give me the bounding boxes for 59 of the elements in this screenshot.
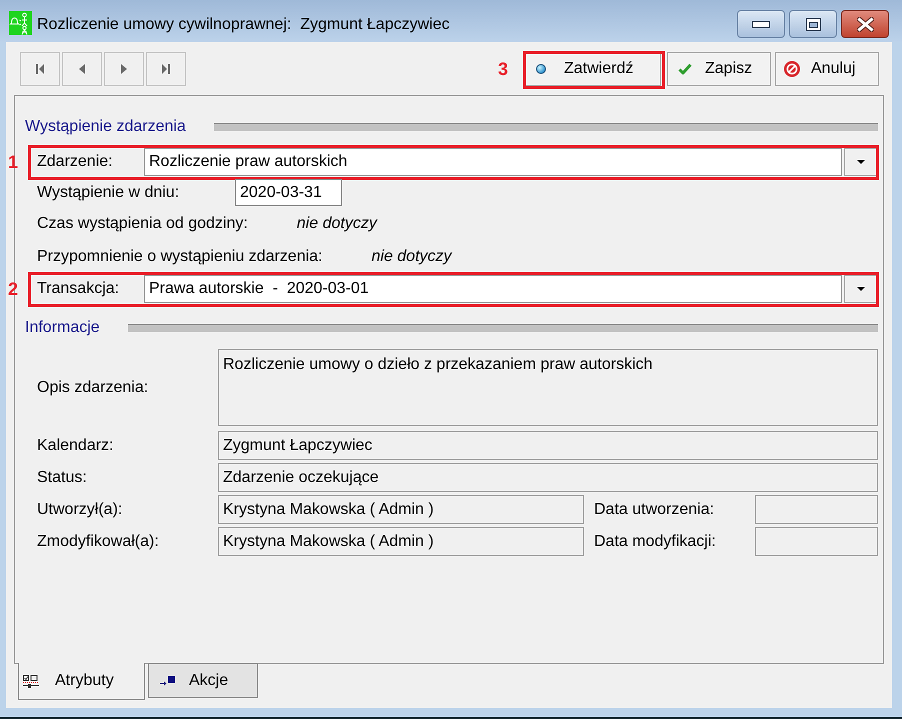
section-title: Wystąpienie zdarzenia [25, 118, 186, 136]
combo-field[interactable]: Rozliczenie praw autorskich [144, 148, 842, 176]
first-record-button[interactable] [20, 52, 60, 86]
date-field[interactable]: 2020-03-31 [235, 179, 342, 206]
minimize-icon [752, 20, 770, 28]
callout-number: 2 [8, 279, 18, 299]
arrow-square-icon [160, 676, 175, 686]
date-field[interactable] [755, 527, 878, 556]
description-field[interactable]: Rozliczenie umowy o dzieło z przekazaniem praw autorskich [218, 349, 878, 426]
tab[interactable]: Atrybuty [18, 663, 145, 700]
callout-number: 1 [8, 152, 18, 172]
minimize-button[interactable] [737, 10, 785, 38]
no-entry-icon [784, 61, 800, 77]
dropdown-button[interactable] [844, 148, 878, 176]
field-label: Data utworzenia: [594, 500, 716, 518]
form-icon [23, 674, 39, 688]
cancel-button[interactable]: Anuluj [775, 52, 879, 86]
text-field[interactable]: Zygmunt Łapczywiec [218, 431, 878, 460]
section-title: Informacje [25, 319, 100, 337]
tab[interactable]: Akcje [148, 663, 258, 698]
field-label: Czas wystąpienia od godziny: [37, 215, 248, 233]
maximize-icon [806, 18, 820, 30]
value-text: nie dotyczy [296, 215, 377, 233]
save-button[interactable]: Zapisz [667, 52, 771, 86]
triangle-right-icon [121, 64, 127, 74]
field-label: Zmodyfikował(a): [37, 532, 160, 550]
field-label: Zdarzenie: [37, 153, 114, 171]
close-button[interactable] [841, 10, 889, 38]
field-label: Status: [37, 468, 88, 486]
next-record-button[interactable] [104, 52, 144, 86]
check-icon [678, 63, 692, 75]
field-label: Data modyfikacji: [594, 532, 717, 550]
field-label: Opis zdarzenia: [37, 378, 150, 396]
callout-number: 3 [498, 59, 508, 79]
maximize-button[interactable] [789, 10, 837, 38]
caret-icon [857, 287, 865, 291]
skip-start-icon [36, 64, 44, 74]
field-label: Utworzył(a): [37, 500, 124, 518]
date-field[interactable] [755, 495, 878, 524]
field-label: Przypomnienie o wystąpieniu zdarzenia: [37, 248, 322, 266]
text-field[interactable]: Krystyna Makowska ( Admin ) [218, 495, 584, 524]
combo-field[interactable]: Prawa autorskie - 2020-03-01 [144, 275, 842, 303]
text-field[interactable]: Krystyna Makowska ( Admin ) [218, 527, 584, 556]
app-icon [9, 11, 32, 35]
text-field[interactable]: Zdarzenie oczekujące [218, 463, 878, 492]
value-text: nie dotyczy [371, 248, 452, 266]
sphere-icon [536, 64, 546, 74]
confirm-button[interactable]: Zatwierdź [525, 52, 661, 86]
field-label: Wystąpienie w dniu: [37, 184, 180, 202]
previous-record-button[interactable] [62, 52, 102, 86]
last-record-button[interactable] [146, 52, 186, 86]
close-icon [856, 16, 874, 32]
caret-icon [857, 160, 865, 164]
window-title: Rozliczenie umowy cywilnoprawnej: Zygmunt Łapczywiec [37, 15, 450, 35]
skip-end-icon [162, 64, 170, 74]
field-label: Transakcja: [37, 280, 120, 298]
dropdown-button[interactable] [844, 275, 878, 303]
field-label: Kalendarz: [37, 436, 114, 454]
triangle-left-icon [79, 64, 85, 74]
